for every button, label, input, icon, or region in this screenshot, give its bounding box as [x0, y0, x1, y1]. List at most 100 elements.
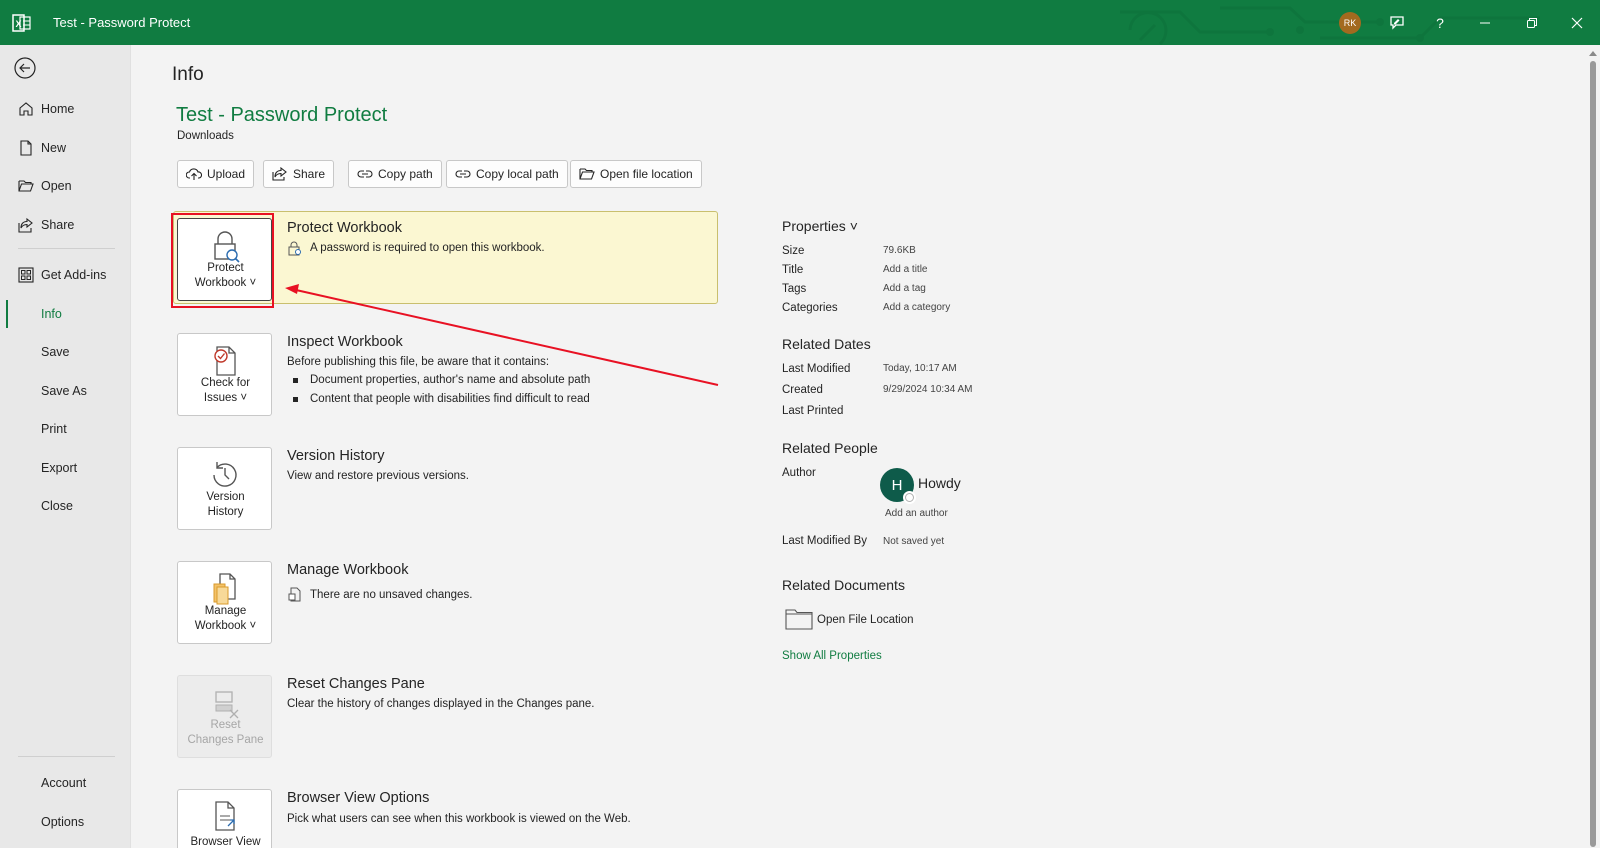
categories-property-field[interactable]: Add a category: [883, 302, 950, 313]
nav-save[interactable]: Save: [0, 336, 131, 368]
button-label: Changes Pane: [187, 734, 264, 746]
section-title: Manage Workbook: [287, 562, 409, 578]
backstage-nav: Home New Open Share Get Add-ins Info Sav…: [0, 45, 131, 848]
nav-label: Save As: [41, 384, 87, 398]
history-clock-icon: [213, 462, 237, 487]
nav-divider: [18, 248, 115, 249]
upload-label: Upload: [207, 167, 246, 181]
folder-icon: [785, 609, 813, 630]
nav-label: Share: [41, 218, 75, 232]
nav-divider: [18, 756, 115, 757]
help-button[interactable]: ?: [1425, 0, 1455, 45]
nav-label: New: [41, 141, 67, 155]
button-label: Workbook ˅: [194, 620, 257, 632]
section-description: Clear the history of changes displayed i…: [287, 698, 595, 710]
nav-options[interactable]: Options: [0, 806, 131, 838]
copy-path-label: Copy path: [378, 167, 433, 181]
restore-button[interactable]: [1517, 0, 1547, 45]
copy-local-path-button[interactable]: Copy local path: [446, 160, 568, 188]
minimize-button[interactable]: [1470, 0, 1500, 45]
tags-property-field[interactable]: Add a tag: [883, 283, 926, 294]
minimize-icon: [1480, 22, 1490, 23]
new-document-icon: [20, 140, 32, 156]
scroll-up-icon[interactable]: [1589, 51, 1597, 56]
nav-label: Account: [41, 776, 87, 790]
nav-info[interactable]: Info: [0, 298, 131, 330]
section-title: Reset Changes Pane: [287, 676, 425, 692]
button-label: Manage: [204, 605, 247, 617]
share-button[interactable]: Share: [263, 160, 335, 188]
property-value: Today, 10:17 AM: [883, 363, 957, 374]
properties-heading[interactable]: Properties ˅: [782, 218, 858, 234]
upload-button[interactable]: Upload: [177, 160, 255, 188]
nav-label: Home: [41, 102, 75, 116]
copy-path-button[interactable]: Copy path: [348, 160, 442, 188]
document-lock-icon: [288, 587, 301, 602]
manage-document-icon: [213, 573, 236, 605]
open-file-location-button[interactable]: Open file location: [570, 160, 702, 188]
author-avatar[interactable]: H: [880, 468, 916, 504]
annotation-highlight-box: [171, 213, 274, 308]
add-author-field[interactable]: Add an author: [885, 508, 948, 519]
feedback-button[interactable]: [1380, 0, 1414, 45]
property-label: Title: [782, 264, 804, 276]
nav-label: Get Add-ins: [41, 268, 107, 282]
lock-search-icon: [288, 241, 301, 256]
share-icon: [18, 217, 33, 233]
nav-account[interactable]: Account: [0, 767, 131, 799]
vertical-scrollbar[interactable]: [1586, 45, 1600, 848]
nav-share[interactable]: Share: [0, 209, 131, 241]
title-property-field[interactable]: Add a title: [883, 264, 927, 275]
property-label: Tags: [782, 283, 807, 295]
share-icon: [272, 167, 287, 181]
close-window-button[interactable]: [1562, 0, 1592, 45]
nav-label: Info: [41, 307, 62, 321]
reset-pane-icon: [215, 691, 239, 719]
related-people-heading: Related People: [782, 440, 878, 456]
nav-close[interactable]: Close: [0, 490, 131, 522]
title-bar: X Test - Password Protect RK ?: [0, 0, 1600, 45]
section-title: Inspect Workbook: [287, 334, 403, 350]
list-item: Document properties, author's name and a…: [292, 374, 591, 386]
section-title: Browser View Options: [287, 790, 430, 806]
nav-open[interactable]: Open: [0, 170, 131, 202]
scrollbar-thumb[interactable]: [1590, 61, 1596, 847]
add-ins-grid-icon: [18, 267, 34, 283]
browser-view-options-button[interactable]: Browser View: [177, 789, 272, 848]
open-file-location-link[interactable]: Open File Location: [817, 614, 914, 626]
property-label: Author: [782, 467, 816, 479]
nav-export[interactable]: Export: [0, 452, 131, 484]
related-dates-heading: Related Dates: [782, 336, 871, 352]
button-label: Browser View: [190, 836, 261, 848]
button-label: Issues ˅: [203, 392, 248, 404]
property-label: Size: [782, 245, 805, 257]
nav-home[interactable]: Home: [0, 93, 131, 125]
section-description: A password is required to open this work…: [310, 242, 545, 254]
nav-print[interactable]: Print: [0, 413, 131, 445]
account-avatar[interactable]: RK: [1339, 12, 1361, 34]
manage-workbook-button[interactable]: Manage Workbook ˅: [177, 561, 272, 644]
reset-changes-pane-button[interactable]: Reset Changes Pane: [177, 675, 272, 758]
section-title: Protect Workbook: [287, 220, 402, 236]
presence-status-icon: [903, 491, 916, 504]
show-all-properties-link[interactable]: Show All Properties: [782, 650, 882, 662]
open-folder-icon: [18, 180, 34, 192]
home-icon: [19, 102, 33, 116]
nav-get-add-ins[interactable]: Get Add-ins: [0, 259, 131, 291]
nav-save-as[interactable]: Save As: [0, 375, 131, 407]
restore-icon: [1527, 17, 1537, 28]
section-description: View and restore previous versions.: [287, 470, 469, 482]
button-label: Check for: [200, 377, 251, 389]
check-for-issues-button[interactable]: Check for Issues ˅: [177, 333, 272, 416]
author-initial: H: [891, 476, 903, 494]
back-arrow-icon[interactable]: [14, 57, 36, 79]
browser-view-icon: [215, 801, 235, 831]
nav-new[interactable]: New: [0, 132, 131, 164]
file-title: Test - Password Protect: [176, 104, 388, 126]
author-name[interactable]: Howdy: [918, 475, 961, 491]
property-label: Last Modified: [782, 363, 851, 375]
section-description: Before publishing this file, be aware th…: [287, 356, 550, 368]
property-value: 79.6KB: [883, 245, 916, 256]
version-history-button[interactable]: Version History: [177, 447, 272, 530]
property-label: Last Modified By: [782, 535, 868, 547]
